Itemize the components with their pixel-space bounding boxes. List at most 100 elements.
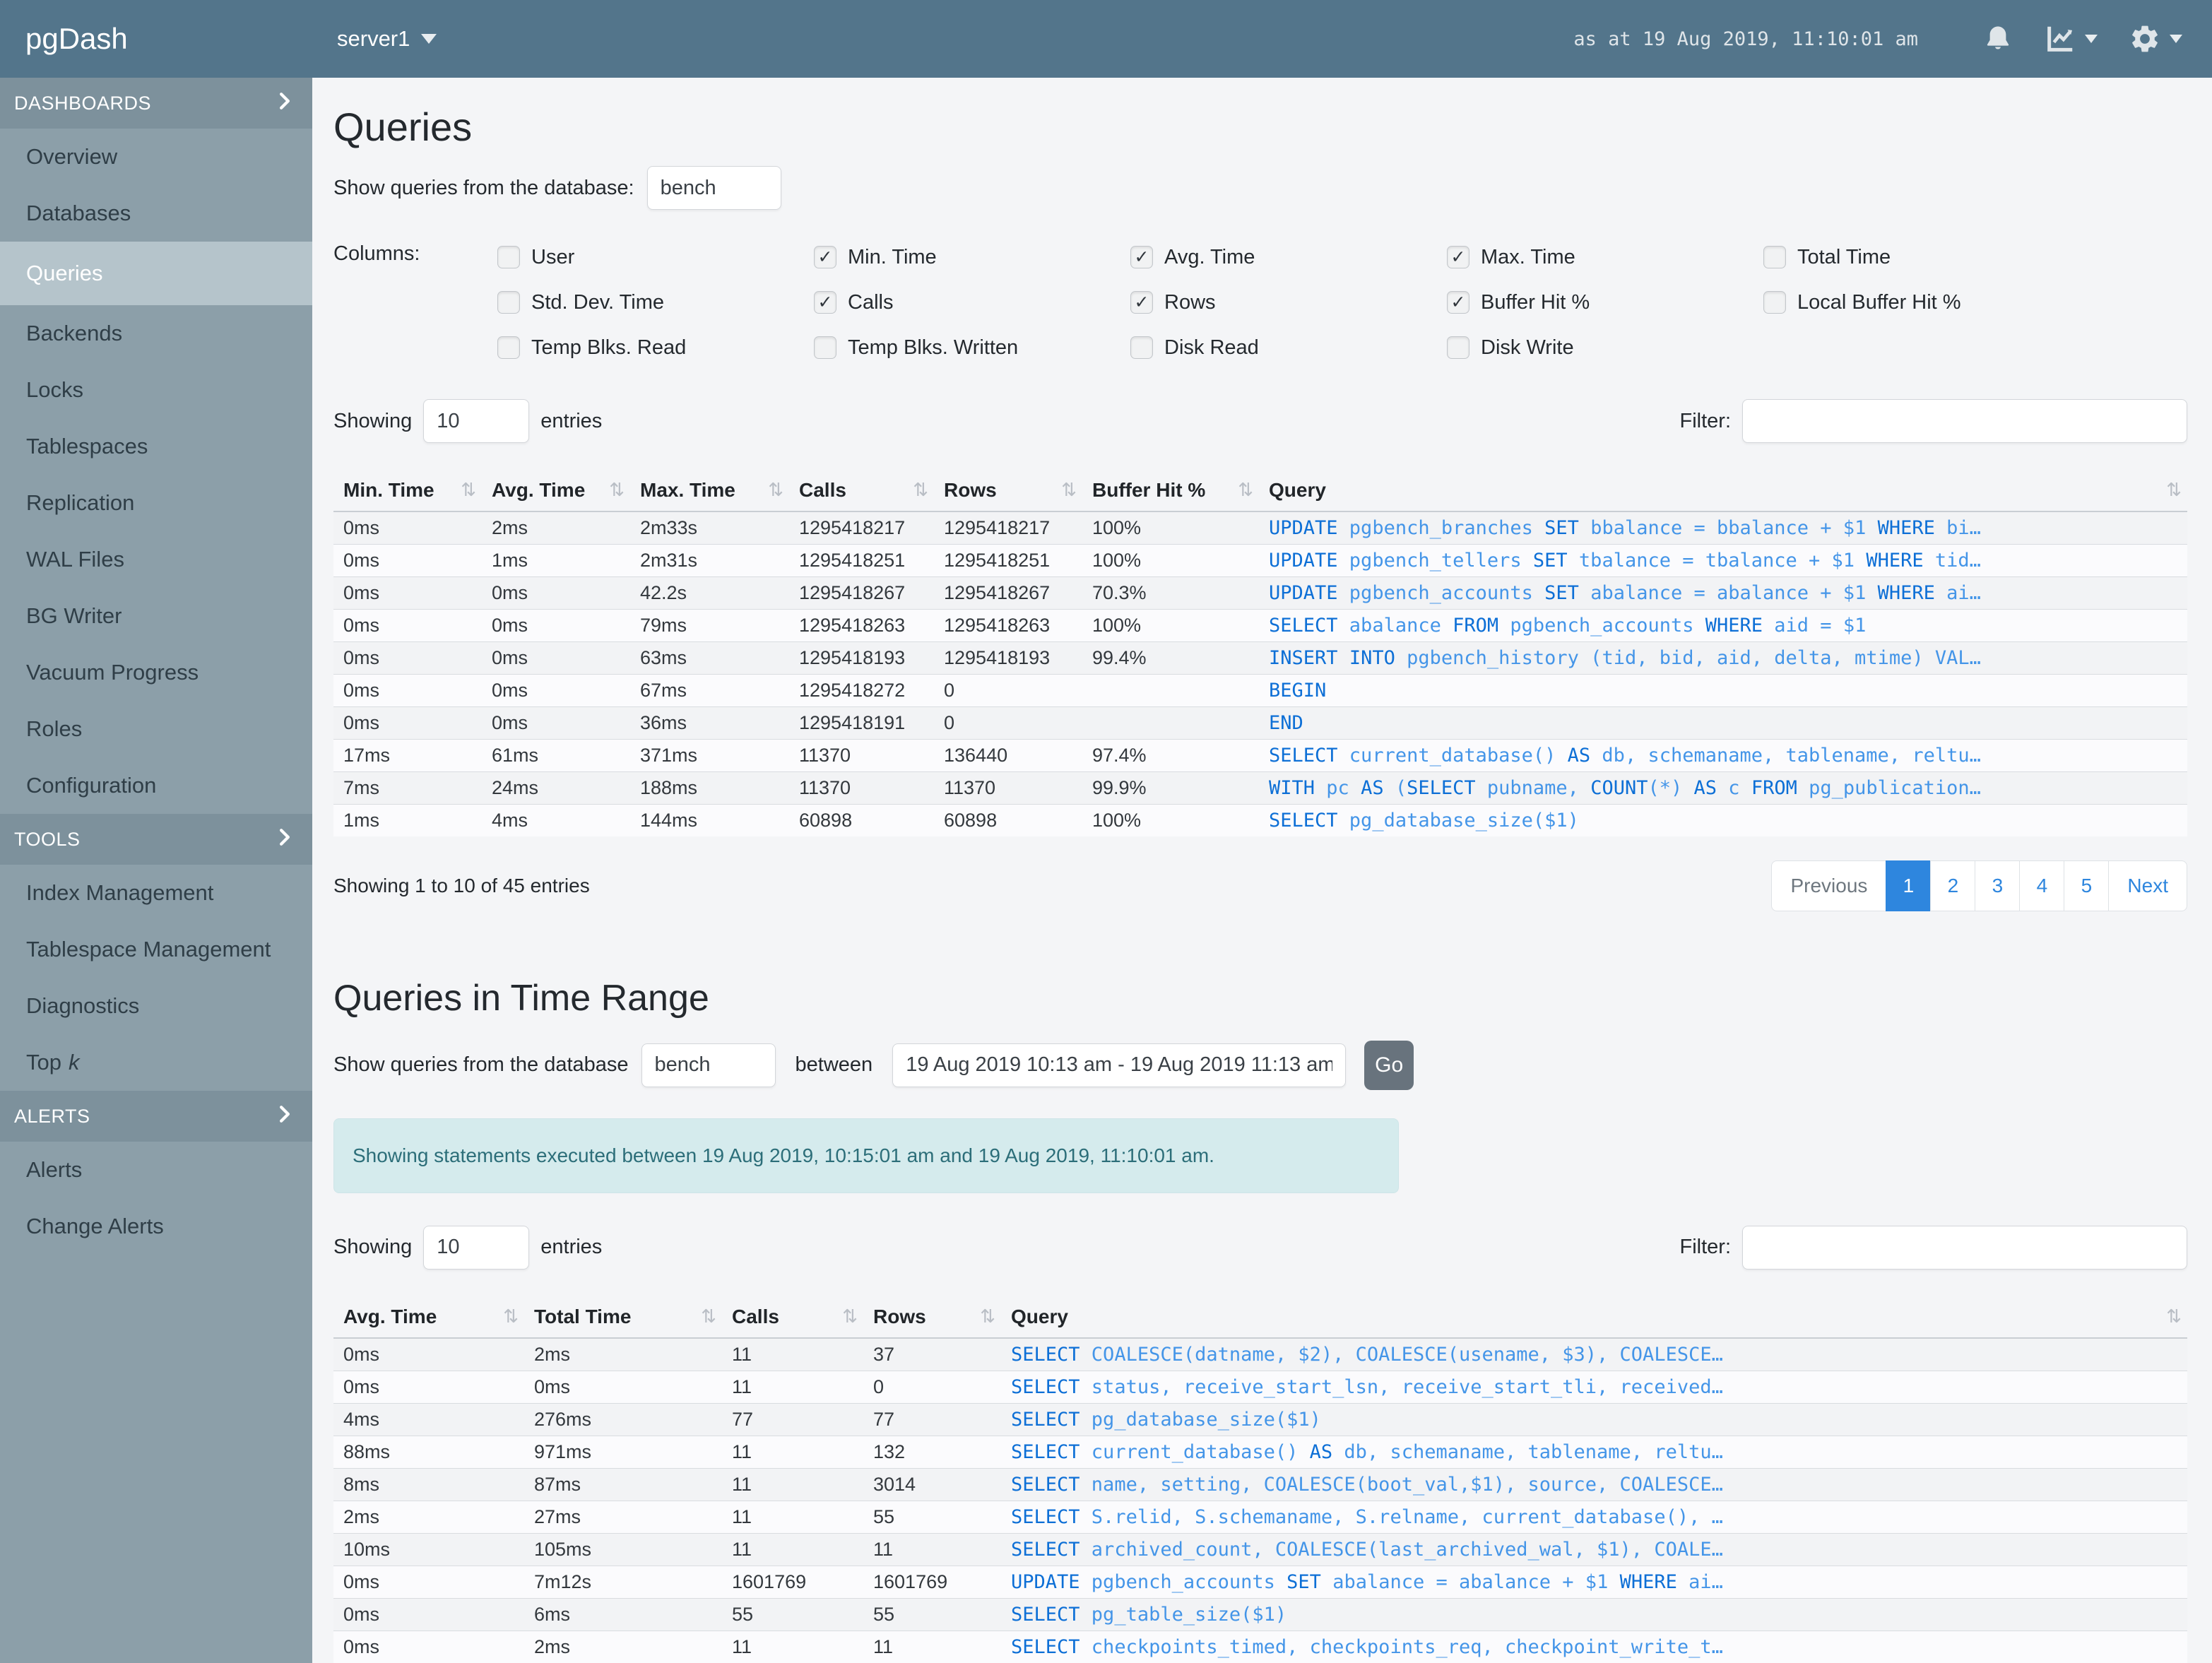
query-link[interactable]: END [1259,706,2187,740]
go-button[interactable]: Go [1364,1040,1414,1090]
sidebar-item-tablespaces[interactable]: Tablespaces [0,418,312,475]
unchecked-checkbox-icon[interactable] [1130,336,1153,360]
query-link[interactable]: SELECT current_database() AS db, scheman… [1001,1435,2187,1469]
column-header-query[interactable]: Query ⇅ [1259,470,2187,513]
unchecked-checkbox-icon[interactable] [1763,291,1786,314]
column-header-rows[interactable]: Rows ⇅ [863,1296,1001,1339]
query-link[interactable]: SELECT archived_count, COALESCE(last_arc… [1001,1532,2187,1566]
checkbox-local-buffer-hit[interactable]: Local Buffer Hit % [1763,288,2080,317]
pagination-page-4[interactable]: 4 [2019,860,2065,912]
unchecked-checkbox-icon[interactable] [497,336,520,360]
sidebar-item-change-alerts[interactable]: Change Alerts [0,1198,312,1255]
checkbox-temp-blks-read[interactable]: Temp Blks. Read [497,333,814,362]
pagination-page-5[interactable]: 5 [2064,860,2110,912]
sort-icon[interactable]: ⇅ [768,480,783,501]
checked-checkbox-icon[interactable]: ✓ [1130,291,1153,314]
unchecked-checkbox-icon[interactable] [1763,246,1786,269]
query-link[interactable]: BEGIN [1259,674,2187,707]
query-link[interactable]: UPDATE pgbench_accounts SET abalance = a… [1259,576,2187,610]
sort-icon[interactable]: ⇅ [842,1306,858,1327]
settings-menu[interactable] [2129,23,2182,55]
entries-count-input[interactable] [423,399,530,444]
unchecked-checkbox-icon[interactable] [814,336,836,360]
filter-input-2[interactable] [1742,1225,2187,1270]
query-link[interactable]: SELECT pg_database_size($1) [1001,1402,2187,1436]
column-header-rows[interactable]: Rows ⇅ [934,470,1082,513]
sidebar-item-replication[interactable]: Replication [0,475,312,531]
sort-icon[interactable]: ⇅ [701,1306,716,1327]
database-input-2[interactable] [641,1043,776,1087]
checkbox-calls[interactable]: ✓ Calls [814,288,1130,317]
sidebar-item-bg-writer[interactable]: BG Writer [0,588,312,644]
server-selector[interactable]: server1 [312,26,437,52]
query-link[interactable]: SELECT S.relid, S.schemaname, S.relname,… [1001,1500,2187,1534]
checkbox-rows[interactable]: ✓ Rows [1130,288,1447,317]
query-link[interactable]: UPDATE pgbench_tellers SET tbalance = tb… [1259,544,2187,577]
sidebar-item-tablespace-management[interactable]: Tablespace Management [0,921,312,978]
sort-icon[interactable]: ⇅ [609,480,625,501]
filter-input[interactable] [1742,399,2187,444]
sort-icon[interactable]: ⇅ [1061,480,1077,501]
unchecked-checkbox-icon[interactable] [497,291,520,314]
column-header-query[interactable]: Query ⇅ [1001,1296,2187,1339]
database-input[interactable] [646,166,781,211]
sort-icon[interactable]: ⇅ [980,1306,995,1327]
sort-icon[interactable]: ⇅ [913,480,928,501]
query-link[interactable]: UPDATE pgbench_accounts SET abalance = a… [1001,1565,2187,1599]
query-link[interactable]: SELECT COALESCE(datname, $2), COALESCE(u… [1001,1337,2187,1371]
checkbox-std-dev-time[interactable]: Std. Dev. Time [497,288,814,317]
query-link[interactable]: UPDATE pgbench_branches SET bbalance = b… [1259,511,2187,545]
sidebar-section-tools[interactable]: TOOLS [0,814,312,865]
checkbox-min-time[interactable]: ✓ Min. Time [814,242,1130,272]
sidebar-item-locks[interactable]: Locks [0,362,312,418]
sidebar-item-queries[interactable]: Queries [0,242,312,305]
pagination-previous[interactable]: Previous [1771,860,1887,912]
sidebar-section-alerts[interactable]: ALERTS [0,1091,312,1142]
column-header-calls[interactable]: Calls ⇅ [789,470,934,513]
column-header-calls[interactable]: Calls ⇅ [722,1296,863,1339]
column-header-max-time[interactable]: Max. Time ⇅ [630,470,789,513]
pagination-next[interactable]: Next [2108,860,2187,912]
pagination-page-2[interactable]: 2 [1930,860,1976,912]
query-link[interactable]: SELECT abalance FROM pgbench_accounts WH… [1259,609,2187,642]
sidebar-item-vacuum-progress[interactable]: Vacuum Progress [0,644,312,701]
checkbox-total-time[interactable]: Total Time [1763,242,2080,272]
checked-checkbox-icon[interactable]: ✓ [1130,246,1153,269]
query-link[interactable]: INSERT INTO pgbench_history (tid, bid, a… [1259,641,2187,675]
sort-icon[interactable]: ⇅ [1238,480,1253,501]
checkbox-user[interactable]: User [497,242,814,272]
unchecked-checkbox-icon[interactable] [1447,336,1469,360]
sort-icon[interactable]: ⇅ [2166,1306,2182,1327]
column-header-avg-time[interactable]: Avg. Time ⇅ [482,470,630,513]
checked-checkbox-icon[interactable]: ✓ [814,246,836,269]
checkbox-max-time[interactable]: ✓ Max. Time [1447,242,1763,272]
sort-icon[interactable]: ⇅ [503,1306,519,1327]
sidebar-item-index-management[interactable]: Index Management [0,865,312,921]
date-range-input[interactable] [892,1043,1347,1087]
column-header-avg-time[interactable]: Avg. Time ⇅ [333,1296,524,1339]
sidebar-item-diagnostics[interactable]: Diagnostics [0,978,312,1034]
sidebar-item-roles[interactable]: Roles [0,701,312,757]
bell-icon[interactable] [1983,24,2013,54]
charts-menu[interactable] [2044,23,2098,55]
checkbox-disk-write[interactable]: Disk Write [1447,333,1763,362]
query-link[interactable]: SELECT name, setting, COALESCE(boot_val,… [1001,1467,2187,1501]
column-header-min-time[interactable]: Min. Time ⇅ [333,470,482,513]
checked-checkbox-icon[interactable]: ✓ [1447,291,1469,314]
sort-icon[interactable]: ⇅ [461,480,476,501]
query-link[interactable]: SELECT current_database() AS db, scheman… [1259,739,2187,772]
query-link[interactable]: SELECT checkpoints_timed, checkpoints_re… [1001,1630,2187,1663]
sidebar-section-dashboards[interactable]: DASHBOARDS [0,78,312,129]
checkbox-buffer-hit[interactable]: ✓ Buffer Hit % [1447,288,1763,317]
sidebar-item-overview[interactable]: Overview [0,129,312,185]
sidebar-item-configuration[interactable]: Configuration [0,757,312,814]
column-header-buffer-hit[interactable]: Buffer Hit % ⇅ [1082,470,1259,513]
query-link[interactable]: WITH pc AS (SELECT pubname, COUNT(*) AS … [1259,771,2187,805]
checkbox-temp-blks-written[interactable]: Temp Blks. Written [814,333,1130,362]
unchecked-checkbox-icon[interactable] [497,246,520,269]
sidebar-item-alerts[interactable]: Alerts [0,1142,312,1198]
sidebar-item-wal-files[interactable]: WAL Files [0,531,312,588]
entries-count-input-2[interactable] [423,1225,530,1270]
pagination-page-1[interactable]: 1 [1886,860,1932,912]
checked-checkbox-icon[interactable]: ✓ [814,291,836,314]
